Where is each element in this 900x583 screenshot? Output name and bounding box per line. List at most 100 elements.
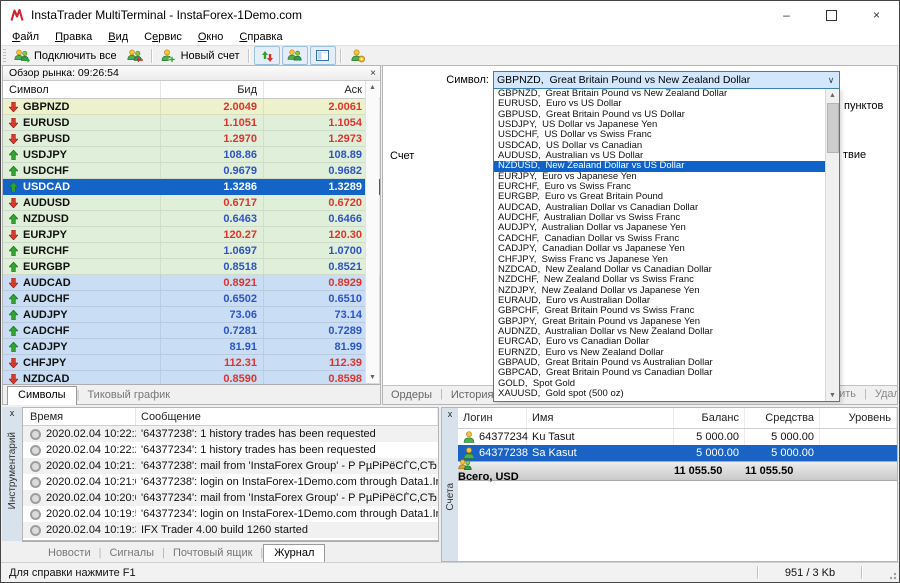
dropdown-item[interactable]: EURCAD, Euro vs Canadian Dollar [494, 337, 826, 347]
dropdown-item[interactable]: GBPAUD, Great Britain Pound vs Australia… [494, 358, 826, 368]
new-account-button[interactable]: Новый счет [156, 47, 245, 64]
dropdown-item[interactable]: NZDUSD, New Zealand Dollar vs US Dollar [494, 161, 826, 171]
market-column-Символ[interactable]: Символ [3, 81, 161, 98]
symbol-combobox[interactable]: GBPNZD, Great Britain Pound vs New Zeala… [493, 71, 840, 89]
connect-all-button[interactable]: Подключить все [9, 47, 122, 64]
journal-row[interactable]: 2020.02.04 10:21:1...'64377238': mail fr… [23, 458, 438, 474]
menu-item-Файл[interactable]: Файл [4, 31, 47, 43]
dropdown-item[interactable]: AUDUSD, Australian vs US Dollar [494, 151, 826, 161]
tab-market-0[interactable]: Символы [7, 386, 77, 405]
dropdown-item[interactable]: EURGBP, Euro vs Great Britain Pound [494, 192, 826, 202]
dropdown-item[interactable]: GBPCHF, Great Britain Pound vs Swiss Fra… [494, 306, 826, 316]
dropdown-item[interactable]: GBPUSD, Great Britain Pound vs US Dollar [494, 110, 826, 120]
market-row-EURJPY[interactable]: EURJPY120.27120.30 [3, 227, 380, 243]
dropdown-item[interactable]: NZDJPY, New Zealand Dollar vs Japanese Y… [494, 286, 826, 296]
account-row-64377234[interactable]: 64377234Ku Tasut5 000.005 000.00 [458, 429, 897, 445]
market-watch-scrollbar[interactable]: ▲ ▼ [365, 81, 379, 383]
accounts-column-equity[interactable]: Средства [745, 408, 820, 428]
disconnect-all-button[interactable] [122, 47, 148, 64]
tab-market-1[interactable]: Тиковый график [79, 387, 178, 404]
market-row-AUDUSD[interactable]: AUDUSD0.67170.6720 [3, 195, 380, 211]
dropdown-item[interactable]: USDJPY, US Dollar vs Japanese Yen [494, 120, 826, 130]
close-button[interactable]: × [854, 1, 899, 29]
market-row-EURGBP[interactable]: EURGBP0.85180.8521 [3, 259, 380, 275]
dropdown-item[interactable]: EURCHF, Euro vs Swiss Franc [494, 182, 826, 192]
journal-row[interactable]: 2020.02.04 10:19:3...IFX Trader 4.00 bui… [23, 522, 438, 538]
market-row-EURCHF[interactable]: EURCHF1.06971.0700 [3, 243, 380, 259]
tab-toolbox-1[interactable]: Сигналы [101, 545, 162, 562]
toolbar-grip[interactable] [3, 49, 6, 63]
tab-toolbox-3[interactable]: Журнал [263, 544, 325, 563]
dropdown-item[interactable]: GBPNZD, Great Britain Pound vs New Zeala… [494, 89, 826, 99]
journal-column-time[interactable]: Время [23, 408, 136, 425]
market-row-AUDCAD[interactable]: AUDCAD0.89210.8929 [3, 275, 380, 291]
dropdown-item[interactable]: EURAUD, Euro vs Australian Dollar [494, 296, 826, 306]
journal-column-message[interactable]: Сообщение [136, 408, 438, 425]
menu-item-Окно[interactable]: Окно [190, 31, 232, 43]
journal-row[interactable]: 2020.02.04 10:22:2...'64377234': 1 histo… [23, 442, 438, 458]
dropdown-item[interactable]: CADJPY, Canadian Dollar vs Japanese Yen [494, 244, 826, 254]
minimize-button[interactable]: – [764, 1, 809, 29]
accounts-close-button[interactable]: x [448, 408, 453, 419]
dropdown-scrollbar[interactable]: ▲ ▼ [825, 89, 839, 401]
menu-item-Справка[interactable]: Справка [231, 31, 290, 43]
accounts-toggle-button[interactable] [282, 46, 308, 65]
dropdown-item[interactable]: GBPJPY, Great Britain Pound vs Japanese … [494, 317, 826, 327]
journal-row[interactable]: 2020.02.04 10:22:2...'64377238': 1 histo… [23, 426, 438, 442]
dropdown-item[interactable]: GBPCAD, Great Britain Pound vs Canadian … [494, 368, 826, 378]
market-column-Аск[interactable]: Аск [264, 81, 369, 98]
accounts-vertical-label[interactable]: Счета [445, 483, 456, 511]
menu-item-Вид[interactable]: Вид [100, 31, 136, 43]
journal-row[interactable]: 2020.02.04 10:21:0...'64377238': login o… [23, 474, 438, 490]
accounts-column-name[interactable]: Имя [527, 408, 674, 428]
terminal-toggle-button[interactable] [310, 46, 336, 65]
dropdown-item[interactable]: GOLD, Spot Gold [494, 379, 826, 389]
dropdown-scroll-down-icon[interactable]: ▼ [826, 389, 839, 401]
tab-toolbox-0[interactable]: Новости [40, 545, 99, 562]
market-row-USDCAD[interactable]: USDCAD1.32861.3289 [3, 179, 380, 195]
dropdown-scroll-up-icon[interactable]: ▲ [826, 89, 839, 101]
scroll-down-icon[interactable]: ▼ [366, 371, 379, 383]
dropdown-item[interactable]: USDCAD, US Dollar vs Canadian [494, 141, 826, 151]
toolbox-close-button[interactable]: x [10, 407, 15, 418]
market-row-AUDCHF[interactable]: AUDCHF0.65020.6510 [3, 291, 380, 307]
dropdown-item[interactable]: NZDCHF, New Zealand Dollar vs Swiss Fran… [494, 275, 826, 285]
dropdown-item[interactable]: AUDNZD, Australian Dollar vs New Zealand… [494, 327, 826, 337]
tab-orders[interactable]: Ордеры [391, 389, 432, 401]
market-row-NZDUSD[interactable]: NZDUSD0.64630.6466 [3, 211, 380, 227]
market-row-CHFJPY[interactable]: CHFJPY112.31112.39 [3, 355, 380, 371]
resize-grip-icon[interactable] [887, 570, 897, 580]
toolbox-vertical-label[interactable]: Инструментарий [7, 432, 18, 509]
dropdown-item[interactable]: EURNZD, Euro vs New Zealand Dollar [494, 348, 826, 358]
journal-row[interactable]: 2020.02.04 10:20:0...'64377234': mail fr… [23, 490, 438, 506]
market-row-USDJPY[interactable]: USDJPY108.86108.89 [3, 147, 380, 163]
dropdown-item[interactable]: AUDCAD, Australian Dollar vs Canadian Do… [494, 203, 826, 213]
menu-item-Сервис[interactable]: Сервис [136, 31, 190, 43]
menu-item-Правка[interactable]: Правка [47, 31, 100, 43]
dropdown-item[interactable]: AUDJPY, Australian Dollar vs Japanese Ye… [494, 223, 826, 233]
dropdown-item[interactable]: EURJPY, Euro vs Japanese Yen [494, 172, 826, 182]
market-row-USDCHF[interactable]: USDCHF0.96790.9682 [3, 163, 380, 179]
accounts-column-balance[interactable]: Баланс [674, 408, 745, 428]
accounts-column-level[interactable]: Уровень [820, 408, 897, 428]
scroll-up-icon[interactable]: ▲ [366, 81, 379, 93]
dropdown-item[interactable]: XAUUSD, Gold spot (500 oz) [494, 389, 826, 399]
market-row-CADCHF[interactable]: CADCHF0.72810.7289 [3, 323, 380, 339]
journal-row[interactable]: 2020.02.04 10:19:5...'64377234': login o… [23, 506, 438, 522]
dropdown-item[interactable]: USDCHF, US Dollar vs Swiss Franc [494, 130, 826, 140]
delete-button-fragment[interactable]: Удалить [875, 388, 898, 403]
dropdown-item[interactable]: CADCHF, Canadian Dollar vs Swiss Franc [494, 234, 826, 244]
market-watch-close-button[interactable]: × [366, 68, 380, 79]
market-row-CADJPY[interactable]: CADJPY81.9181.99 [3, 339, 380, 355]
account-settings-button[interactable] [345, 47, 371, 64]
market-column-Бид[interactable]: Бид [161, 81, 264, 98]
maximize-button[interactable] [809, 1, 854, 29]
market-row-EURUSD[interactable]: EURUSD1.10511.1054 [3, 115, 380, 131]
accounts-column-login[interactable]: Логин [458, 408, 527, 428]
dropdown-scroll-thumb[interactable] [827, 103, 839, 153]
dropdown-item[interactable]: NZDCAD, New Zealand Dollar vs Canadian D… [494, 265, 826, 275]
dropdown-item[interactable]: AUDCHF, Australian Dollar vs Swiss Franc [494, 213, 826, 223]
market-row-GBPUSD[interactable]: GBPUSD1.29701.2973 [3, 131, 380, 147]
market-watch-toggle-button[interactable] [254, 46, 280, 65]
market-row-GBPNZD[interactable]: GBPNZD2.00492.0061 [3, 99, 380, 115]
